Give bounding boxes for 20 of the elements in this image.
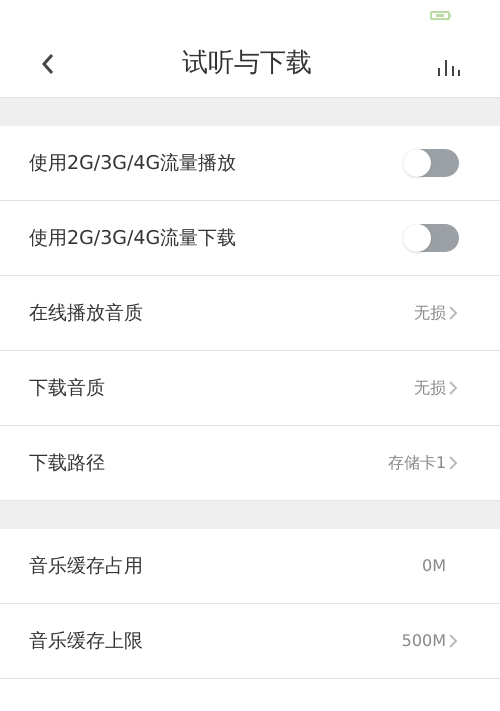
row-value: 无损 <box>414 377 446 399</box>
page-title: 试听与下载 <box>182 47 312 80</box>
row-label: 在线播放音质 <box>29 300 143 326</box>
chevron-icon <box>448 380 458 396</box>
toggle-switch[interactable] <box>403 149 459 177</box>
row-value: 存储卡1 <box>388 452 446 474</box>
row-label: 音乐缓存上限 <box>29 628 143 654</box>
row-label: 下载音质 <box>29 376 105 401</box>
row-value: 无损 <box>414 302 446 324</box>
chevron-icon <box>448 305 458 321</box>
row-label: 下载路径 <box>29 450 105 476</box>
toggle-switch[interactable] <box>403 224 459 252</box>
chevron-icon <box>448 455 458 471</box>
row-label: 音乐缓存占用 <box>29 554 143 579</box>
row-value: 0M <box>422 555 446 577</box>
chevron-icon <box>448 633 458 649</box>
row-value: 500M <box>402 630 446 652</box>
row-label: 使用2G/3G/4G流量下载 <box>29 226 236 251</box>
row-label: 使用2G/3G/4G流量播放 <box>29 150 236 176</box>
battery-icon <box>430 10 452 20</box>
